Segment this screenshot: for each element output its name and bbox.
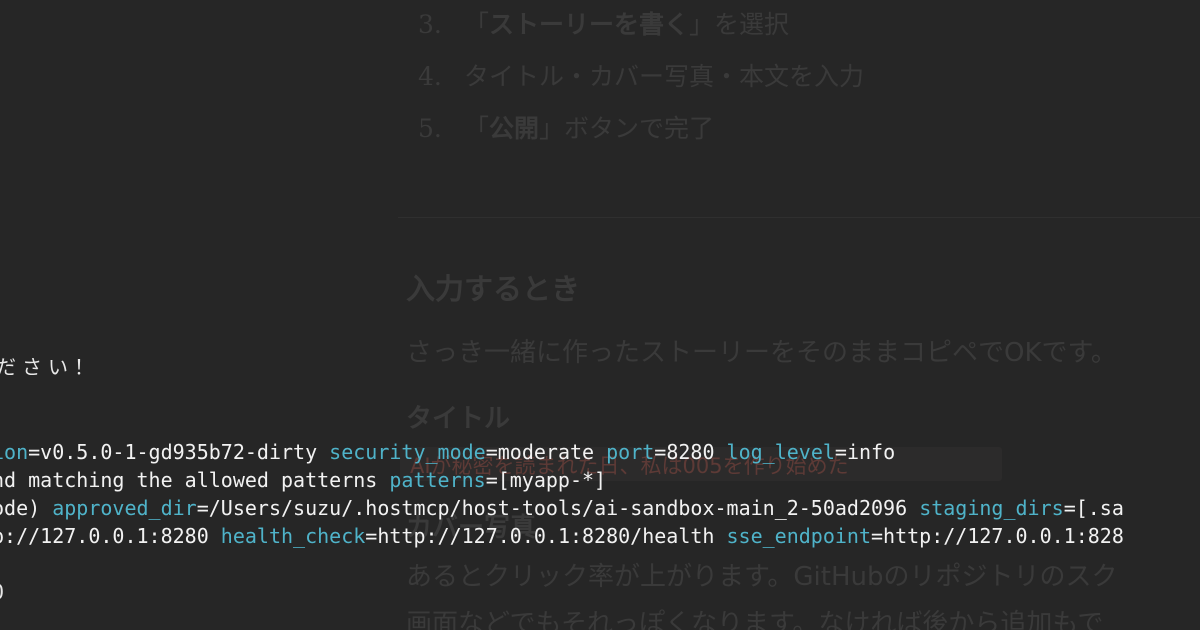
terminal-line-3: nd matching the allowed patterns pattern…: [0, 466, 606, 494]
log-value: =/Users/suzu/.hostmcp/host-tools/ai-sand…: [196, 496, 920, 520]
log-key-approved-dir: approved_dir: [52, 496, 197, 520]
terminal-output: ださい！ ion=v0.5.0-1-gd935b72-dirty securit…: [0, 0, 1200, 630]
terminal-line-4: ode) approved_dir=/Users/suzu/.hostmcp/h…: [0, 494, 1124, 522]
log-value: =v0.5.0-1-gd935b72-dirty: [28, 440, 330, 464]
log-key-log-level: log_level: [726, 440, 835, 464]
log-key-port: port: [606, 440, 655, 464]
terminal-line-2: ion=v0.5.0-1-gd935b72-dirty security_mod…: [0, 438, 895, 466]
log-text: nd matching the allowed patterns: [0, 468, 390, 492]
log-key-patterns: patterns: [389, 468, 486, 492]
log-text: p://127.0.0.1:8280: [0, 524, 221, 548]
log-value: =8280: [654, 440, 727, 464]
log-value: =http://127.0.0.1:828: [871, 524, 1124, 548]
log-key-sse-endpoint: sse_endpoint: [726, 524, 872, 548]
terminal-line-1: ださい！: [0, 355, 100, 379]
log-text: ode): [0, 496, 41, 520]
log-value: =info: [834, 440, 896, 464]
terminal-line-5: p://127.0.0.1:8280 health_check=http://1…: [0, 522, 1124, 550]
log-key-health-check: health_check: [220, 524, 366, 548]
log-key-staging-dirs: staging_dirs: [919, 496, 1064, 520]
log-key-security-mode: security_mode: [329, 440, 486, 464]
log-value: =moderate: [485, 440, 607, 464]
log-key-version: ion: [0, 440, 29, 464]
log-value: =[.sa: [1063, 496, 1124, 520]
log-value: =[myapp-*]: [485, 468, 607, 492]
log-value: =http://127.0.0.1:8280/health: [365, 524, 727, 548]
terminal-line-6: 0: [0, 578, 4, 606]
